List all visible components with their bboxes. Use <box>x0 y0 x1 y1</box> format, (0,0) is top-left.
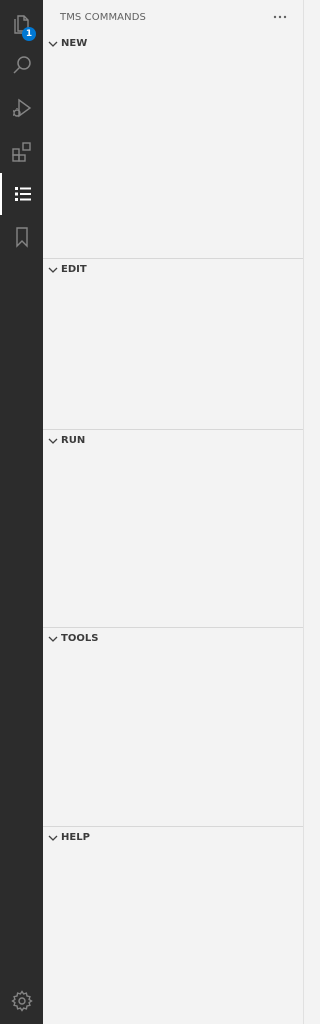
search-icon <box>10 53 34 77</box>
section-label-help: HELP <box>61 832 90 843</box>
activity-bar: 1 <box>0 0 43 1024</box>
extensions-icon <box>10 140 34 164</box>
activity-search[interactable] <box>0 44 43 86</box>
section-label-new: NEW <box>61 38 88 49</box>
activity-run-debug[interactable] <box>0 87 43 129</box>
section-header-edit[interactable]: EDIT <box>43 260 303 280</box>
activity-extensions[interactable] <box>0 131 43 173</box>
activity-settings[interactable] <box>0 980 43 1022</box>
list-icon <box>12 183 34 205</box>
bookmark-icon <box>10 225 34 249</box>
section-divider <box>43 429 303 430</box>
sidebar-title: TMS COMMANDS <box>60 12 146 23</box>
section-help: HELP <box>43 826 303 1024</box>
activity-bookmarks[interactable] <box>0 216 43 258</box>
section-divider <box>43 258 303 259</box>
section-header-new[interactable]: NEW <box>43 34 303 54</box>
section-header-help[interactable]: HELP <box>43 828 303 848</box>
gear-icon <box>10 989 34 1013</box>
more-actions-button[interactable] <box>271 8 289 26</box>
section-new: NEW <box>43 32 303 258</box>
chevron-down-icon <box>48 41 58 47</box>
section-edit: EDIT <box>43 258 303 429</box>
section-header-run[interactable]: RUN <box>43 431 303 451</box>
chevron-down-icon <box>48 835 58 841</box>
section-label-run: RUN <box>61 435 86 446</box>
explorer-badge: 1 <box>22 27 36 41</box>
section-tools: TOOLS <box>43 627 303 826</box>
section-header-tools[interactable]: TOOLS <box>43 629 303 649</box>
section-label-tools: TOOLS <box>61 633 99 644</box>
chevron-down-icon <box>48 438 58 444</box>
chevron-down-icon <box>48 267 58 273</box>
activity-tms-commands[interactable] <box>0 173 43 215</box>
section-run: RUN <box>43 429 303 627</box>
section-label-edit: EDIT <box>61 264 87 275</box>
section-divider <box>43 627 303 628</box>
sidebar: TMS COMMANDS NEW EDIT RUN TOOLS HELP <box>43 0 304 1024</box>
section-divider <box>43 826 303 827</box>
chevron-down-icon <box>48 636 58 642</box>
ellipsis-icon <box>273 15 287 19</box>
activity-explorer[interactable]: 1 <box>0 2 43 44</box>
run-debug-icon <box>10 96 34 120</box>
